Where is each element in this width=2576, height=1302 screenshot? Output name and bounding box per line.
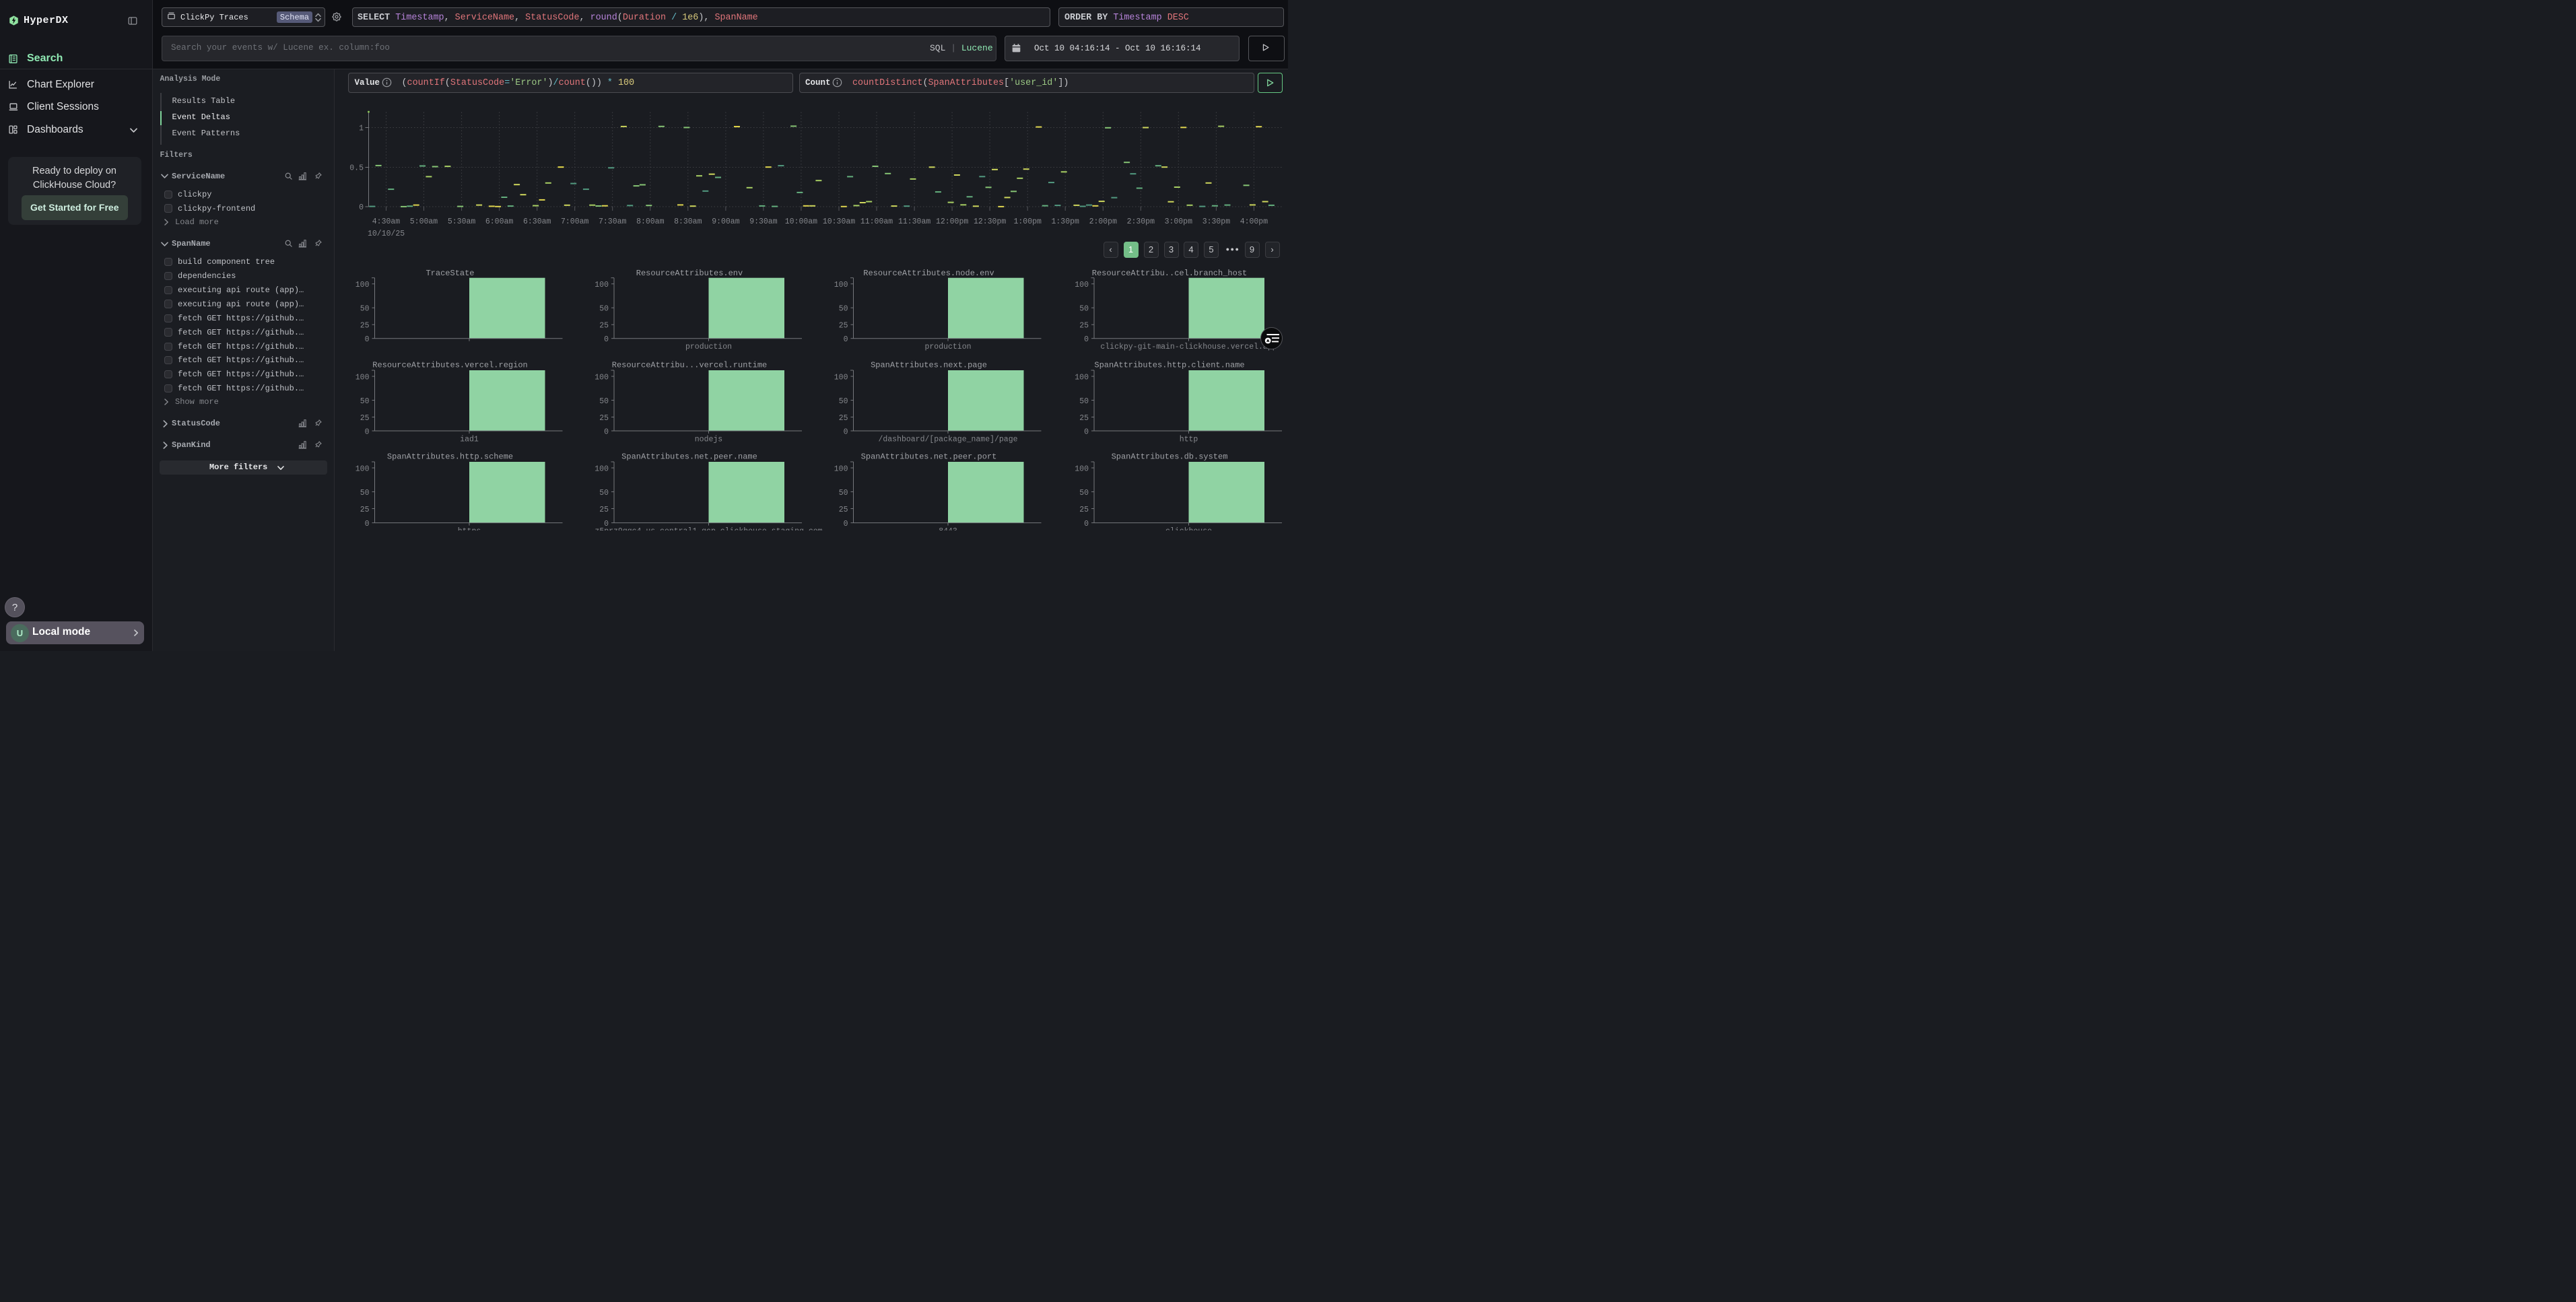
svg-text:ResourceAttributes.vercel.regi: ResourceAttributes.vercel.region [372, 360, 527, 370]
svg-text:TraceState: TraceState [426, 269, 474, 278]
svg-text:0: 0 [365, 428, 370, 437]
svg-text:25: 25 [599, 506, 609, 514]
svg-text:50: 50 [599, 305, 609, 314]
svg-text:50: 50 [839, 305, 848, 314]
svg-text:25: 25 [1079, 414, 1089, 423]
svg-text:25: 25 [599, 414, 609, 423]
svg-text:0: 0 [1084, 335, 1089, 344]
svg-text:100: 100 [355, 374, 370, 382]
svg-text:0: 0 [365, 520, 370, 528]
svg-text:50: 50 [360, 397, 370, 406]
svg-text:100: 100 [595, 465, 609, 474]
svg-text:SpanAttributes.http.scheme: SpanAttributes.http.scheme [387, 452, 513, 461]
svg-text:0: 0 [844, 520, 848, 528]
svg-text:ResourceAttribu...vercel.runti: ResourceAttribu...vercel.runtime [612, 360, 767, 370]
svg-text:100: 100 [355, 281, 370, 289]
svg-text:25: 25 [839, 506, 848, 514]
svg-text:25: 25 [1079, 506, 1089, 514]
svg-text:ResourceAttributes.node.env: ResourceAttributes.node.env [863, 269, 994, 278]
svg-text:production: production [924, 343, 971, 351]
svg-text:0: 0 [604, 428, 609, 437]
svg-text:100: 100 [1075, 281, 1089, 289]
svg-text:100: 100 [595, 374, 609, 382]
svg-text:0: 0 [844, 428, 848, 437]
svg-text:25: 25 [360, 506, 370, 514]
svg-text:100: 100 [834, 465, 848, 474]
svg-text:100: 100 [1075, 374, 1089, 382]
svg-text:50: 50 [360, 305, 370, 314]
svg-text:0: 0 [365, 335, 370, 344]
svg-text:0: 0 [844, 335, 848, 344]
svg-text:100: 100 [595, 281, 609, 289]
svg-text:0: 0 [1084, 520, 1089, 528]
svg-text:SpanAttributes.http.client.nam: SpanAttributes.http.client.name [1094, 360, 1244, 370]
svg-text:25: 25 [360, 414, 370, 423]
svg-text:clickpy-git-main-clickhouse.ve: clickpy-git-main-clickhouse.vercel.app [1100, 343, 1277, 351]
svg-text:0: 0 [1084, 428, 1089, 437]
svg-text:SpanAttributes.next.page: SpanAttributes.next.page [871, 360, 987, 370]
svg-text:clickhouse: clickhouse [1165, 527, 1212, 536]
svg-text:25: 25 [839, 322, 848, 331]
svg-text:50: 50 [1079, 489, 1089, 498]
svg-text:50: 50 [360, 489, 370, 498]
svg-text:SpanAttributes.db.system: SpanAttributes.db.system [1112, 452, 1228, 461]
svg-text:100: 100 [834, 374, 848, 382]
svg-text:http: http [1180, 436, 1198, 444]
svg-text:z5prz9ggc4.us-central1.gcp.cli: z5prz9ggc4.us-central1.gcp.clickhouse-st… [595, 527, 822, 536]
svg-text:100: 100 [355, 465, 370, 474]
svg-text:25: 25 [839, 414, 848, 423]
svg-text:0: 0 [604, 335, 609, 344]
svg-text:25: 25 [360, 322, 370, 331]
svg-text:ResourceAttributes.env: ResourceAttributes.env [636, 269, 743, 278]
svg-text:/dashboard/[package_name]/page: /dashboard/[package_name]/page [878, 436, 1017, 444]
svg-text:production: production [685, 343, 732, 351]
svg-text:iad1: iad1 [460, 436, 479, 444]
svg-text:50: 50 [1079, 305, 1089, 314]
svg-text:ResourceAttribu..cel.branch_ho: ResourceAttribu..cel.branch_host [1092, 269, 1247, 278]
svg-text:100: 100 [1075, 465, 1089, 474]
svg-text:8443: 8443 [939, 527, 957, 536]
svg-text:https: https [458, 527, 481, 536]
svg-text:SpanAttributes.net.peer.name: SpanAttributes.net.peer.name [621, 452, 757, 461]
svg-text:25: 25 [599, 322, 609, 331]
svg-text:50: 50 [599, 489, 609, 498]
svg-text:25: 25 [1079, 322, 1089, 331]
svg-text:50: 50 [839, 489, 848, 498]
svg-text:50: 50 [1079, 397, 1089, 406]
svg-text:50: 50 [599, 397, 609, 406]
svg-text:100: 100 [834, 281, 848, 289]
svg-text:50: 50 [839, 397, 848, 406]
svg-text:SpanAttributes.net.peer.port: SpanAttributes.net.peer.port [861, 452, 997, 461]
svg-text:nodejs: nodejs [695, 436, 722, 444]
